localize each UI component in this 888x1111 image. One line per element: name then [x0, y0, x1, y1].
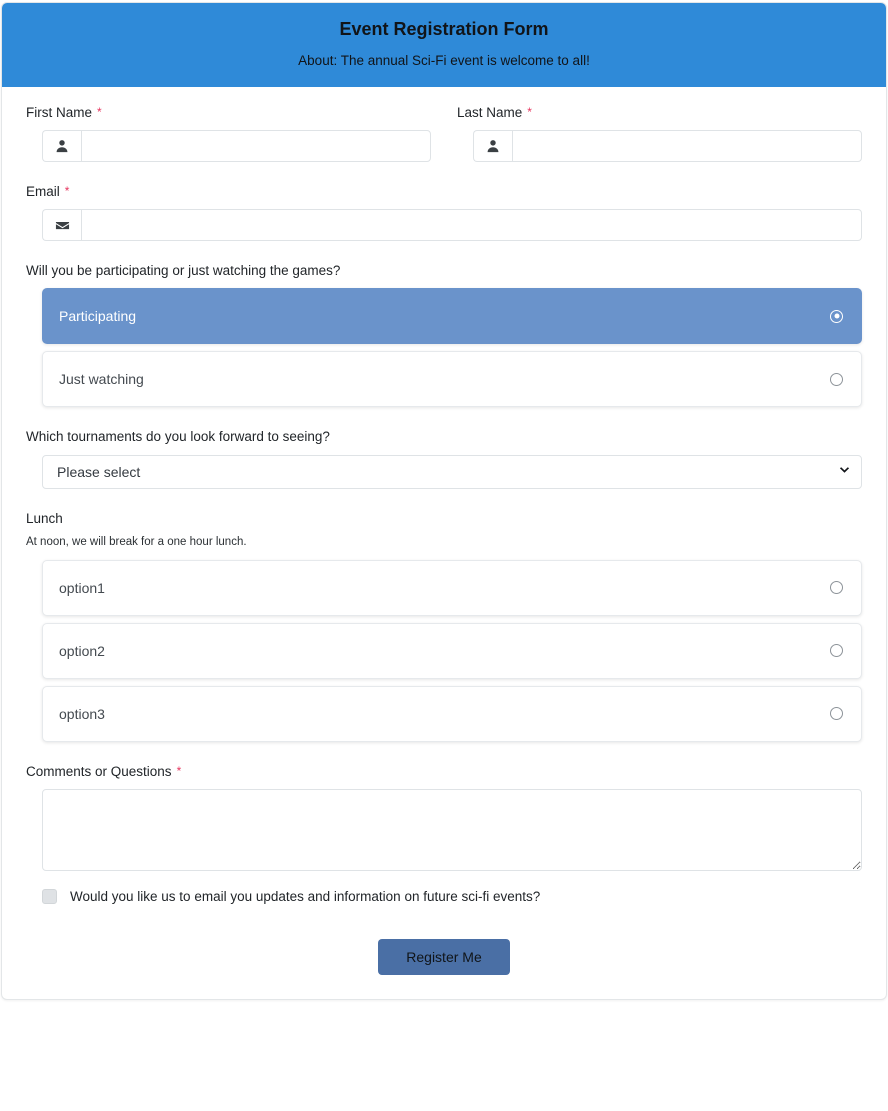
- radio-icon[interactable]: [830, 644, 843, 658]
- email-updates-row[interactable]: Would you like us to email you updates a…: [42, 889, 862, 905]
- radio-icon[interactable]: [830, 581, 843, 595]
- first-name-label: First Name *: [26, 105, 431, 121]
- required-asterisk: *: [527, 104, 532, 119]
- lunch-option-3[interactable]: option3: [42, 685, 862, 742]
- tournaments-selected-value: Please select: [57, 463, 141, 480]
- first-name-input-group: [42, 129, 431, 162]
- tournaments-label: Which tournaments do you look forward to…: [26, 429, 330, 445]
- first-name-field-group: First Name *: [26, 105, 431, 162]
- required-asterisk: *: [176, 763, 182, 778]
- person-icon: [473, 129, 512, 162]
- email-label-text: Email: [26, 183, 60, 199]
- required-asterisk: *: [97, 104, 102, 119]
- comments-textarea[interactable]: [42, 788, 862, 871]
- comments-textarea-wrap: [42, 788, 862, 871]
- lunch-option-1[interactable]: option1: [42, 559, 862, 616]
- first-name-label-text: First Name: [26, 104, 93, 120]
- submit-row: Register Me: [26, 905, 862, 999]
- required-asterisk: *: [64, 183, 70, 198]
- option-label: option2: [59, 642, 105, 659]
- participation-field-group: Will you be participating or just watchi…: [26, 263, 862, 408]
- checkbox-icon[interactable]: [42, 889, 57, 905]
- option-label: Just watching: [59, 371, 144, 388]
- participation-option-participating[interactable]: Participating: [42, 288, 862, 345]
- comments-label: Comments or Questions *: [26, 764, 862, 780]
- email-field-group: Email *: [26, 184, 862, 242]
- form-header: Event Registration Form About: The annua…: [2, 3, 886, 87]
- lunch-option-2[interactable]: option2: [42, 622, 862, 679]
- last-name-label: Last Name *: [457, 105, 862, 121]
- tournaments-field-group: Which tournaments do you look forward to…: [26, 429, 862, 489]
- lunch-helper-text: At noon, we will break for a one hour lu…: [26, 535, 247, 548]
- option-label: option1: [59, 579, 105, 596]
- last-name-input[interactable]: [512, 129, 862, 162]
- form-body: First Name * Last Name * Email * Will yo…: [2, 87, 886, 999]
- radio-icon[interactable]: [830, 309, 843, 323]
- email-label: Email *: [26, 184, 862, 200]
- lunch-option-list: option1 option2 option3: [42, 559, 862, 742]
- radio-icon[interactable]: [830, 372, 843, 386]
- registration-form-card: Event Registration Form About: The annua…: [1, 2, 887, 1000]
- person-icon: [42, 129, 81, 162]
- comments-label-text: Comments or Questions: [26, 763, 172, 779]
- email-input-group: [42, 209, 862, 242]
- tournaments-select[interactable]: Please select: [42, 454, 862, 489]
- form-subtitle: About: The annual Sci-Fi event is welcom…: [298, 52, 590, 68]
- radio-icon[interactable]: [830, 707, 843, 721]
- envelope-icon: [42, 209, 81, 242]
- option-label: Participating: [59, 308, 137, 325]
- comments-field-group: Comments or Questions *: [26, 764, 862, 871]
- participation-option-list: Participating Just watching: [42, 288, 862, 408]
- lunch-label: Lunch: [26, 510, 63, 526]
- last-name-field-group: Last Name *: [457, 105, 862, 162]
- email-input[interactable]: [81, 209, 862, 242]
- lunch-field-group: Lunch At noon, we will break for a one h…: [26, 511, 862, 742]
- participation-option-just-watching[interactable]: Just watching: [42, 351, 862, 408]
- name-row: First Name * Last Name *: [26, 105, 862, 162]
- email-updates-label: Would you like us to email you updates a…: [70, 888, 541, 904]
- first-name-input[interactable]: [81, 129, 431, 162]
- last-name-label-text: Last Name: [457, 104, 523, 120]
- last-name-input-group: [473, 129, 862, 162]
- register-me-button[interactable]: Register Me: [378, 938, 510, 975]
- option-label: option3: [59, 705, 105, 722]
- page-title: Event Registration Form: [339, 19, 549, 39]
- participation-label: Will you be participating or just watchi…: [26, 263, 341, 279]
- tournaments-select-wrap: Please select: [42, 454, 862, 489]
